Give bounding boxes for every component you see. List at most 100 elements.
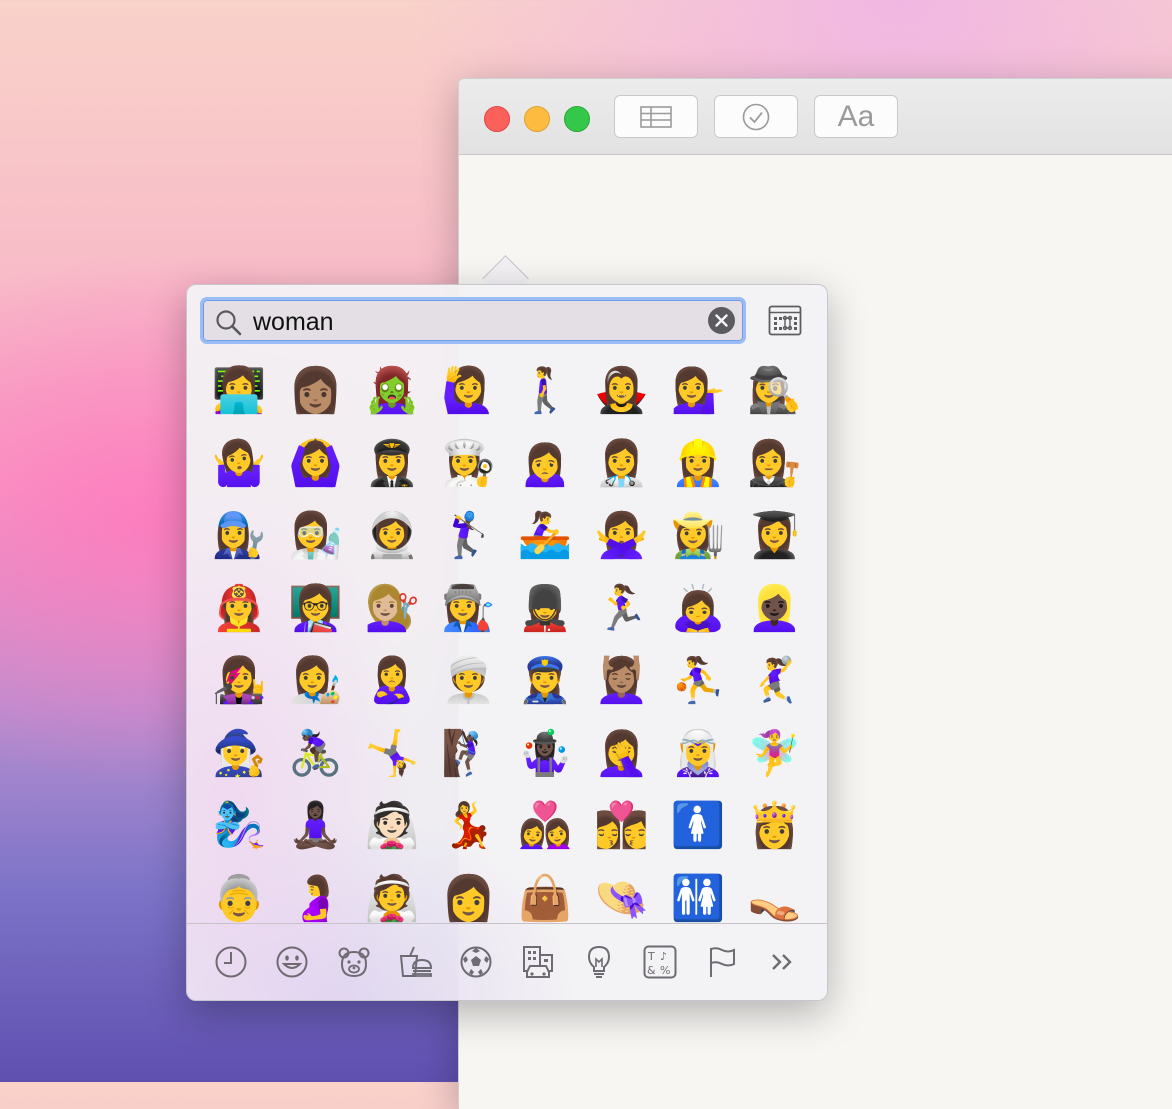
emoji-result[interactable]: 👱🏿‍♀️ xyxy=(737,573,814,646)
emoji-result[interactable]: 👩‍🎓 xyxy=(737,500,814,573)
emoji-picker: 👩‍💻👩🏽🧟‍♀️🙋‍♀️🚶‍♀️🧛‍♀️💁‍♀️🕵️‍♀️🤷‍♀️🙆‍♀️👩‍… xyxy=(186,284,828,1001)
svg-text:T: T xyxy=(647,950,655,963)
zoom-window-button[interactable] xyxy=(564,106,590,132)
emoji-result[interactable]: 👩‍🌾 xyxy=(660,500,737,573)
search-icon xyxy=(216,310,242,336)
emoji-result[interactable]: 🤷‍♀️ xyxy=(201,428,278,501)
emoji-result[interactable]: 👩‍❤️‍💋‍👩 xyxy=(584,790,661,863)
emoji-result[interactable]: 👩‍🚀 xyxy=(354,500,431,573)
format-button[interactable]: Aa xyxy=(814,95,898,138)
emoji-result[interactable]: 🧞‍♀️ xyxy=(201,790,278,863)
search-input[interactable] xyxy=(251,306,695,338)
emoji-result[interactable]: 🤰 xyxy=(278,863,355,924)
emoji-result[interactable]: 👩‍✈️ xyxy=(354,428,431,501)
emoji-result[interactable]: 🚴🏿‍♀️ xyxy=(278,718,355,791)
emoji-result[interactable]: 👩‍🎨 xyxy=(278,645,355,718)
emoji-result[interactable]: 🧚‍♀️ xyxy=(737,718,814,791)
emoji-result[interactable]: 💇🏼‍♀️ xyxy=(354,573,431,646)
buildings-icon xyxy=(522,946,553,978)
category-smileys-people[interactable] xyxy=(272,942,312,982)
emoji-result[interactable]: 👩 xyxy=(431,863,508,924)
emoji-result[interactable]: 👩‍🚒 xyxy=(201,573,278,646)
symbols-icon: T ♪&% xyxy=(643,945,677,979)
lightbulb-icon xyxy=(587,945,610,978)
emoji-result[interactable]: 🧟‍♀️ xyxy=(354,355,431,428)
table-button[interactable] xyxy=(614,95,698,138)
emoji-result[interactable]: 🙇‍♀️ xyxy=(660,573,737,646)
emoji-result[interactable]: 🙆‍♀️ xyxy=(278,428,355,501)
emoji-result[interactable]: 👒 xyxy=(584,863,661,924)
category-bar: T ♪ &% xyxy=(201,940,813,984)
emoji-result[interactable]: 🤹🏿‍♀️ xyxy=(507,718,584,791)
category-activity[interactable] xyxy=(456,942,496,982)
clear-search-button[interactable] xyxy=(708,307,735,334)
emoji-result[interactable]: 🚺 xyxy=(660,790,737,863)
emoji-result[interactable]: 🕵️‍♀️ xyxy=(737,355,814,428)
title-bar: Aa xyxy=(459,79,1172,155)
emoji-result[interactable]: 🏃‍♀️ xyxy=(584,573,661,646)
search-field[interactable] xyxy=(200,297,746,344)
emoji-result[interactable]: 👩‍💻 xyxy=(201,355,278,428)
emoji-result[interactable]: 👳‍♀️ xyxy=(431,645,508,718)
emoji-result[interactable]: 👩🏽 xyxy=(278,355,355,428)
emoji-result[interactable]: 🧘🏿‍♀️ xyxy=(278,790,355,863)
character-viewer-button[interactable] xyxy=(768,305,802,337)
svg-text:♪: ♪ xyxy=(660,950,667,963)
emoji-result[interactable]: 👩‍🔧 xyxy=(201,500,278,573)
table-icon xyxy=(640,105,672,128)
emoji-result[interactable]: 🙅‍♀️ xyxy=(584,500,661,573)
emoji-result[interactable]: 👡 xyxy=(737,863,814,924)
emoji-result[interactable]: 👩‍⚖️ xyxy=(737,428,814,501)
emoji-result[interactable]: 👩‍❤️‍👩 xyxy=(507,790,584,863)
category-objects[interactable] xyxy=(579,942,619,982)
emoji-result[interactable]: 🤦‍♀️ xyxy=(584,718,661,791)
emoji-result[interactable]: 👰🏻 xyxy=(354,790,431,863)
emoji-result[interactable]: 👩‍🏭 xyxy=(431,573,508,646)
emoji-result[interactable]: 🤾‍♀️ xyxy=(737,645,814,718)
clock-icon xyxy=(215,946,247,978)
emoji-result[interactable]: 👜 xyxy=(507,863,584,924)
category-flags[interactable] xyxy=(702,942,742,982)
emoji-result[interactable]: 🚶‍♀️ xyxy=(507,355,584,428)
emoji-result[interactable]: 🧝‍♀️ xyxy=(660,718,737,791)
emoji-result[interactable]: 🧙‍♀️ xyxy=(201,718,278,791)
emoji-results-grid: 👩‍💻 👩🏽 🧟‍♀️ 🙋‍♀️ 🚶‍♀️ 🧛‍♀️ 💁‍♀️ 🕵️‍♀️ 🤷‍♀️ 🙆‍♀️ 👩‍… xyxy=(201,355,813,923)
emoji-result[interactable]: 🙋‍♀️ xyxy=(431,355,508,428)
emoji-result[interactable]: 🚣‍♀️ xyxy=(507,500,584,573)
checklist-button[interactable] xyxy=(714,95,798,138)
food-icon xyxy=(399,946,432,977)
emoji-result[interactable]: 💃 xyxy=(431,790,508,863)
bear-icon xyxy=(338,947,370,978)
emoji-result[interactable]: 🏌️‍♀️ xyxy=(431,500,508,573)
emoji-result[interactable]: 👮‍♀️ xyxy=(507,645,584,718)
emoji-result[interactable]: 👩‍🔬 xyxy=(278,500,355,573)
emoji-result[interactable]: 👷‍♀️ xyxy=(660,428,737,501)
category-symbols[interactable]: T ♪ &% xyxy=(640,942,680,982)
emoji-result[interactable]: 👩‍🎤 xyxy=(201,645,278,718)
emoji-result[interactable]: 🧗🏿‍♀️ xyxy=(431,718,508,791)
emoji-result[interactable]: 🚻 xyxy=(660,863,737,924)
emoji-result[interactable]: 🙍‍♀️ xyxy=(507,428,584,501)
emoji-result[interactable]: 👸 xyxy=(737,790,814,863)
emoji-result[interactable]: 🙎‍♀️ xyxy=(354,645,431,718)
emoji-result[interactable]: 🤸‍♀️ xyxy=(354,718,431,791)
chevron-double-right-icon xyxy=(772,954,792,970)
emoji-result[interactable]: 👩‍🍳 xyxy=(431,428,508,501)
category-animals-nature[interactable] xyxy=(334,942,374,982)
minimize-window-button[interactable] xyxy=(524,106,550,132)
emoji-result[interactable]: 💆🏽‍♀️ xyxy=(584,645,661,718)
emoji-result[interactable]: 👩‍⚕️ xyxy=(584,428,661,501)
category-food-drink[interactable] xyxy=(395,942,435,982)
emoji-result[interactable]: 🧛‍♀️ xyxy=(584,355,661,428)
close-window-button[interactable] xyxy=(484,106,510,132)
emoji-result[interactable]: 💁‍♀️ xyxy=(660,355,737,428)
category-frequently-used[interactable] xyxy=(211,942,251,982)
category-travel-places[interactable] xyxy=(518,942,558,982)
emoji-result[interactable]: 👩‍🏫 xyxy=(278,573,355,646)
emoji-result[interactable]: ⛹️‍♀️ xyxy=(660,645,737,718)
emoji-result[interactable]: 💂‍♀️ xyxy=(507,573,584,646)
emoji-result[interactable]: 👰 xyxy=(354,863,431,924)
smiley-icon xyxy=(276,946,308,978)
emoji-result[interactable]: 👵 xyxy=(201,863,278,924)
category-more[interactable] xyxy=(763,942,803,982)
